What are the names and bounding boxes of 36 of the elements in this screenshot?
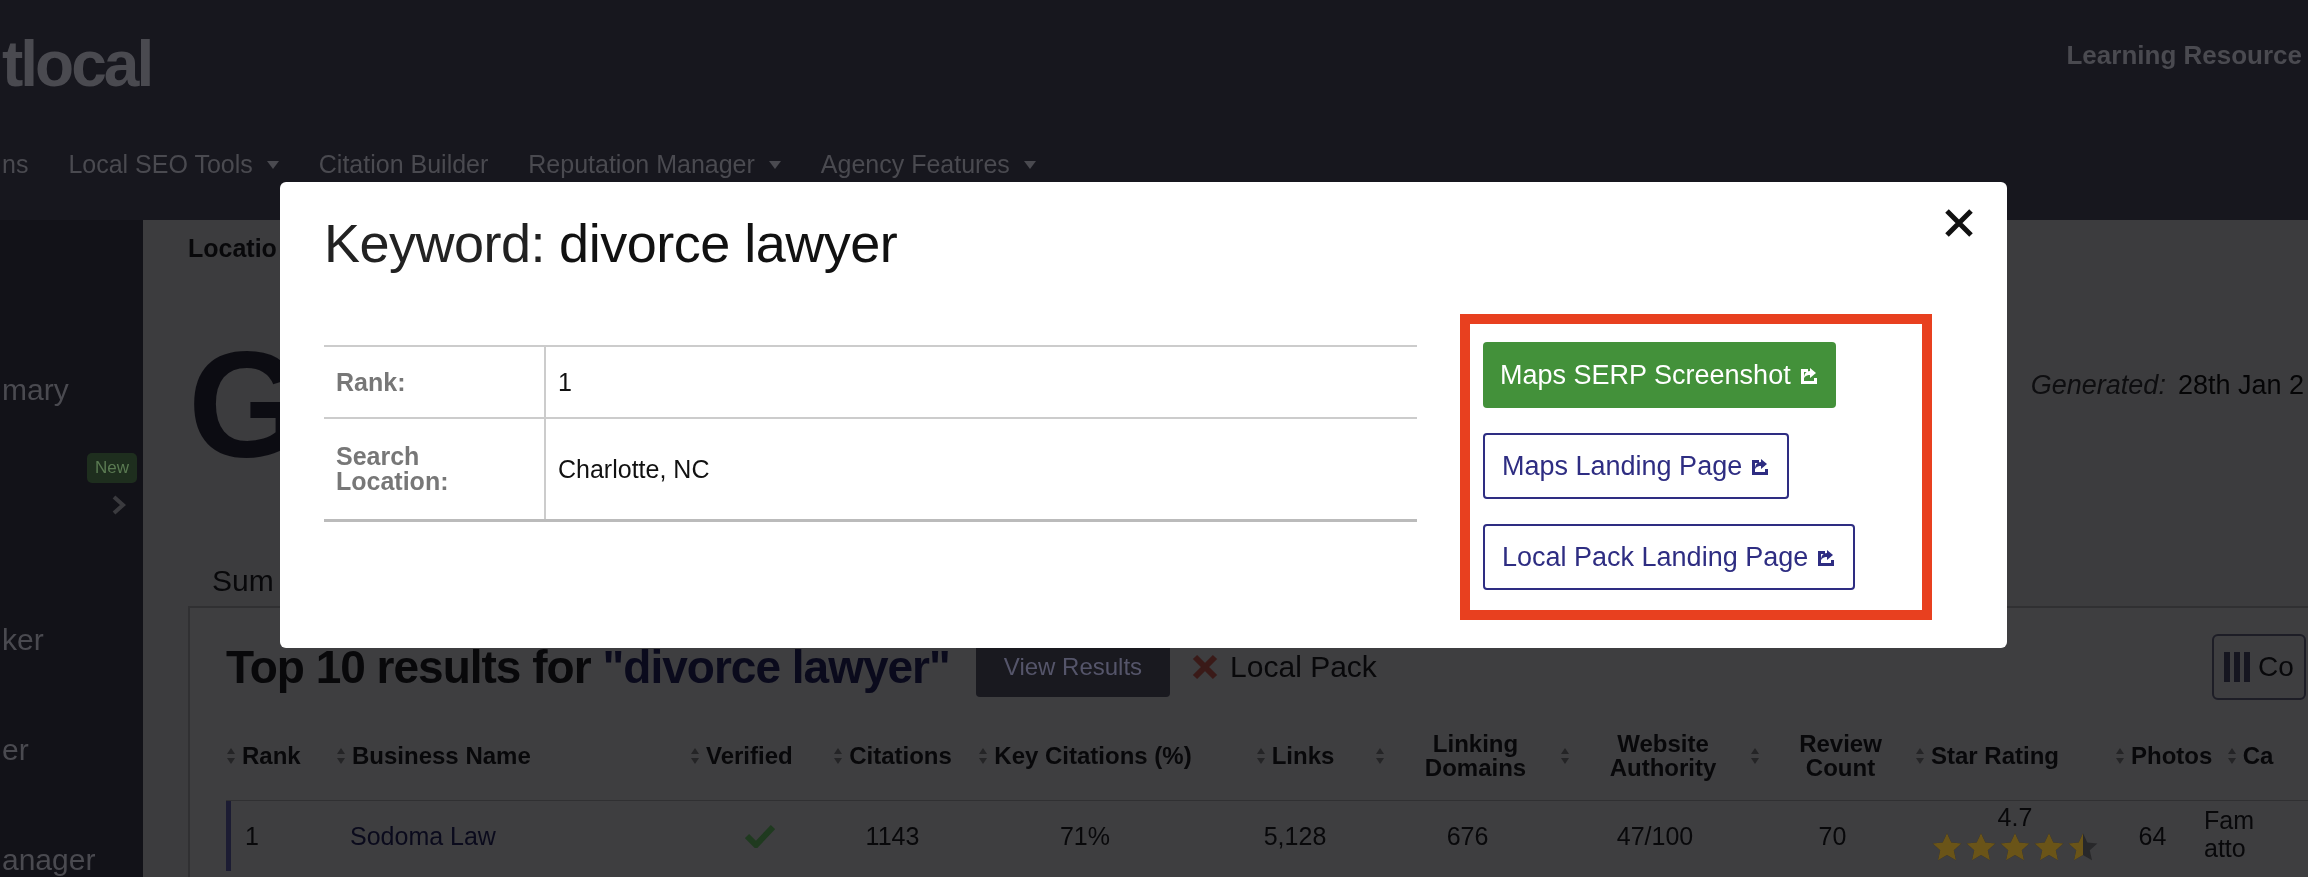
- link-button[interactable]: Maps SERP Screenshot: [1483, 342, 1836, 408]
- sort-icon: [833, 747, 844, 765]
- sidebar-link[interactable]: ker: [2, 585, 143, 695]
- sort-icon: [978, 747, 989, 765]
- sort-icon: [1750, 747, 1760, 765]
- sort-icon: [1915, 747, 1925, 765]
- sidebar-link[interactable]: mary: [2, 335, 143, 445]
- detail-label: Search Location:: [336, 444, 450, 494]
- sort-icon: [690, 747, 700, 765]
- link-button[interactable]: Local Pack Landing Page: [1483, 524, 1856, 590]
- sidebar-link[interactable]: anager: [2, 805, 143, 877]
- detail-value: 1: [558, 367, 572, 396]
- sort-icon: [336, 747, 346, 765]
- link-button[interactable]: Maps Landing Page: [1483, 433, 1790, 499]
- caret-icon: [266, 160, 279, 169]
- share-icon: [1798, 366, 1819, 384]
- keyword-label: Keyword:: [324, 212, 546, 275]
- keyword-value: divorce lawyer: [559, 212, 898, 275]
- sort-icon: [1375, 747, 1385, 765]
- detail-value: Charlotte, NC: [558, 454, 710, 483]
- sidebar-link[interactable]: er: [2, 695, 143, 805]
- sort-icon: [2226, 747, 2237, 765]
- columns-icon: [2224, 652, 2250, 682]
- detail-label: Rank:: [336, 369, 407, 395]
- sort-icon: [2115, 747, 2125, 765]
- share-icon: [1750, 457, 1771, 475]
- new-badge: New: [87, 453, 137, 483]
- sort-icon: [1255, 747, 1266, 765]
- close-icon[interactable]: [1944, 208, 1974, 238]
- caret-icon: [1023, 160, 1036, 169]
- caret-icon: [768, 160, 781, 169]
- sort-icon: [1560, 747, 1570, 765]
- sort-icon: [226, 747, 236, 765]
- share-icon: [1816, 548, 1837, 566]
- close-icon: [1192, 654, 1219, 680]
- generated-date: 28th Jan 2: [2177, 369, 2304, 401]
